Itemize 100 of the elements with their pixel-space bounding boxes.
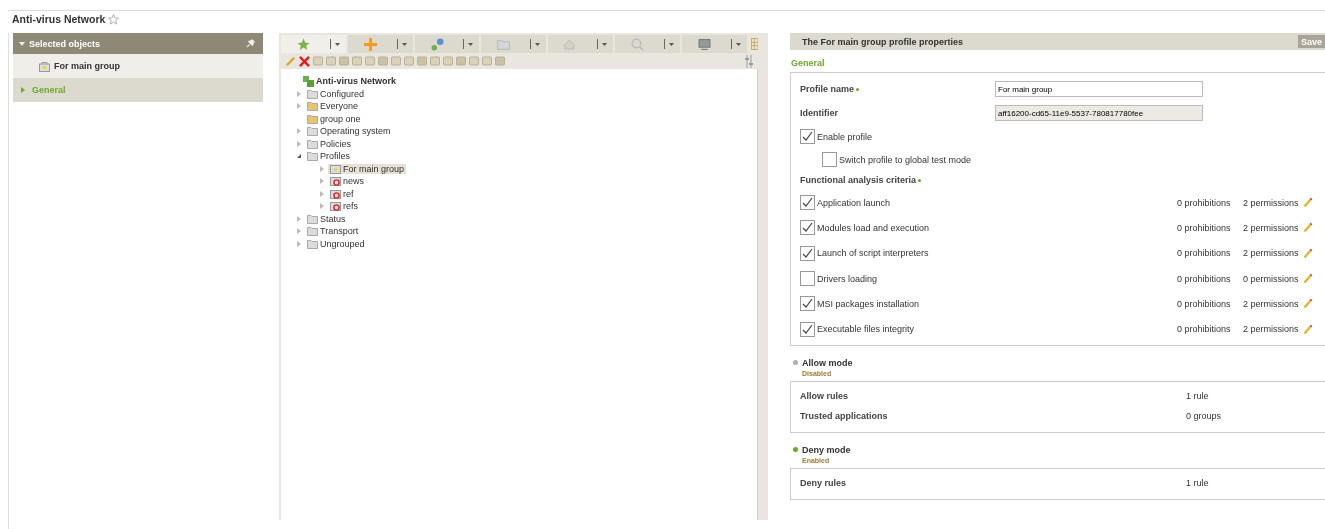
- pencil-icon[interactable]: [1303, 222, 1313, 234]
- rule-label: Allow rules: [800, 390, 849, 401]
- permissions-count: 2 permissions: [1243, 324, 1300, 335]
- plus-icon: [363, 37, 377, 51]
- dropdown-caret-icon: [401, 42, 407, 46]
- toolbar-button[interactable]: [681, 35, 747, 53]
- toolbar-button[interactable]: [615, 35, 680, 53]
- tree-item[interactable]: Anti-virus Network: [301, 75, 398, 87]
- dropdown-caret-icon: [602, 42, 607, 46]
- network-icon: [430, 37, 444, 51]
- star-icon[interactable]: [108, 13, 120, 25]
- toolbar-button[interactable]: [548, 35, 613, 53]
- expand-icon[interactable]: [297, 215, 301, 222]
- permissions-count: 2 permissions: [1243, 222, 1300, 233]
- checkbox[interactable]: [800, 195, 815, 211]
- pencil-icon[interactable]: [1303, 298, 1313, 310]
- expand-icon[interactable]: [320, 165, 324, 172]
- pencil-icon[interactable]: [1303, 323, 1313, 335]
- profile-icon: [330, 176, 341, 187]
- prohibitions-count: 0 prohibitions: [1177, 222, 1232, 233]
- prohibitions-count: 0 prohibitions: [1177, 273, 1232, 284]
- pin-icon[interactable]: [246, 39, 255, 48]
- sidebar-title: Selected objects: [29, 38, 102, 49]
- tree-item[interactable]: Configured: [305, 88, 367, 99]
- checkbox[interactable]: [800, 245, 815, 261]
- checkbox-label: Enable profile: [817, 131, 873, 142]
- network-icon: [303, 75, 314, 87]
- delete-icon[interactable]: [299, 55, 310, 67]
- tree-item[interactable]: Profiles: [305, 151, 352, 162]
- section-title: General: [791, 58, 826, 68]
- prohibitions-count: 0 prohibitions: [1177, 298, 1232, 309]
- prohibitions-count: 0 prohibitions: [1177, 324, 1232, 335]
- toolbar-button[interactable]: [281, 35, 346, 53]
- tree-item[interactable]: Ungrouped: [305, 238, 367, 249]
- expand-icon[interactable]: [297, 228, 301, 235]
- dropdown-caret-icon: [668, 42, 674, 46]
- tree-item[interactable]: Policies: [305, 138, 353, 149]
- expand-icon[interactable]: [297, 240, 301, 247]
- pencil-icon[interactable]: [1303, 247, 1313, 259]
- checkbox[interactable]: [800, 321, 815, 337]
- expand-icon[interactable]: [297, 90, 301, 97]
- checkbox[interactable]: [800, 220, 815, 236]
- tree-item[interactable]: For main group: [328, 163, 407, 174]
- pencil-icon[interactable]: [1303, 273, 1313, 285]
- prohibitions-count: 0 prohibitions: [1177, 248, 1232, 259]
- monitor-icon: [697, 38, 711, 50]
- folder-icon: [307, 138, 318, 149]
- pencil-icon[interactable]: [285, 55, 296, 67]
- tree-item[interactable]: Transport: [305, 226, 361, 237]
- identifier-field[interactable]: aff16200-cd65-11e9-5537-780817780fee: [995, 105, 1203, 121]
- subsection-title: Functional analysis criteria: [800, 175, 1317, 185]
- toolbar-button[interactable]: [347, 35, 413, 53]
- permissions-count: 2 permissions: [1243, 248, 1300, 259]
- rule-value: 0 groups: [1186, 410, 1223, 421]
- expand-icon[interactable]: [320, 203, 324, 210]
- profile-name-field[interactable]: For main group: [995, 81, 1203, 97]
- sliders-icon[interactable]: [744, 54, 754, 68]
- prohibitions-count: 0 prohibitions: [1177, 197, 1232, 208]
- folder-icon: [307, 88, 318, 99]
- expand-icon[interactable]: [297, 128, 301, 135]
- criterion-label: Executable files integrity: [817, 324, 916, 335]
- pencil-icon[interactable]: [1303, 197, 1313, 209]
- checkbox[interactable]: [800, 296, 815, 312]
- panel-layout-icon[interactable]: [750, 37, 758, 51]
- tree-item[interactable]: news: [328, 176, 366, 187]
- expand-icon[interactable]: [297, 140, 301, 147]
- tree-item[interactable]: group one: [305, 113, 363, 124]
- search-icon: [631, 37, 644, 51]
- required-dot: [918, 179, 922, 183]
- folder-icon: [307, 213, 318, 224]
- rule-value: 1 rule: [1186, 390, 1210, 401]
- checkbox[interactable]: [800, 129, 815, 144]
- criterion-label: Application launch: [817, 197, 892, 208]
- folder-icon: [307, 226, 318, 237]
- properties-title: The For main group profile properties: [802, 36, 964, 47]
- dropdown-caret-icon: [468, 42, 474, 46]
- folder-icon: [307, 113, 318, 124]
- checkbox[interactable]: [822, 152, 837, 167]
- dropdown-caret-icon: [535, 42, 541, 46]
- profile-icon: [330, 201, 341, 212]
- collapse-icon[interactable]: [297, 154, 301, 159]
- tree-item[interactable]: Operating system: [305, 126, 393, 137]
- mode-title: Allow mode: [802, 357, 853, 368]
- object-name: For main group: [54, 61, 120, 71]
- folder-icon: [497, 38, 511, 50]
- criterion-label: Launch of script interpreters: [817, 248, 930, 259]
- tree-item[interactable]: refs: [328, 201, 360, 212]
- toolbar-button[interactable]: [481, 35, 547, 53]
- expand-icon[interactable]: [297, 103, 301, 110]
- tree-item[interactable]: Status: [305, 213, 348, 224]
- criterion-label: MSI packages installation: [817, 298, 921, 309]
- tree-item[interactable]: Everyone: [305, 101, 361, 112]
- expand-icon[interactable]: [320, 178, 324, 185]
- dropdown-caret-icon: [334, 42, 340, 46]
- checkbox[interactable]: [800, 271, 815, 287]
- criterion-label: Drivers loading: [817, 273, 879, 284]
- expand-icon[interactable]: [320, 190, 324, 197]
- mode-title: Deny mode: [802, 444, 851, 455]
- tree-item[interactable]: ref: [328, 188, 356, 199]
- toolbar-button[interactable]: [414, 35, 480, 53]
